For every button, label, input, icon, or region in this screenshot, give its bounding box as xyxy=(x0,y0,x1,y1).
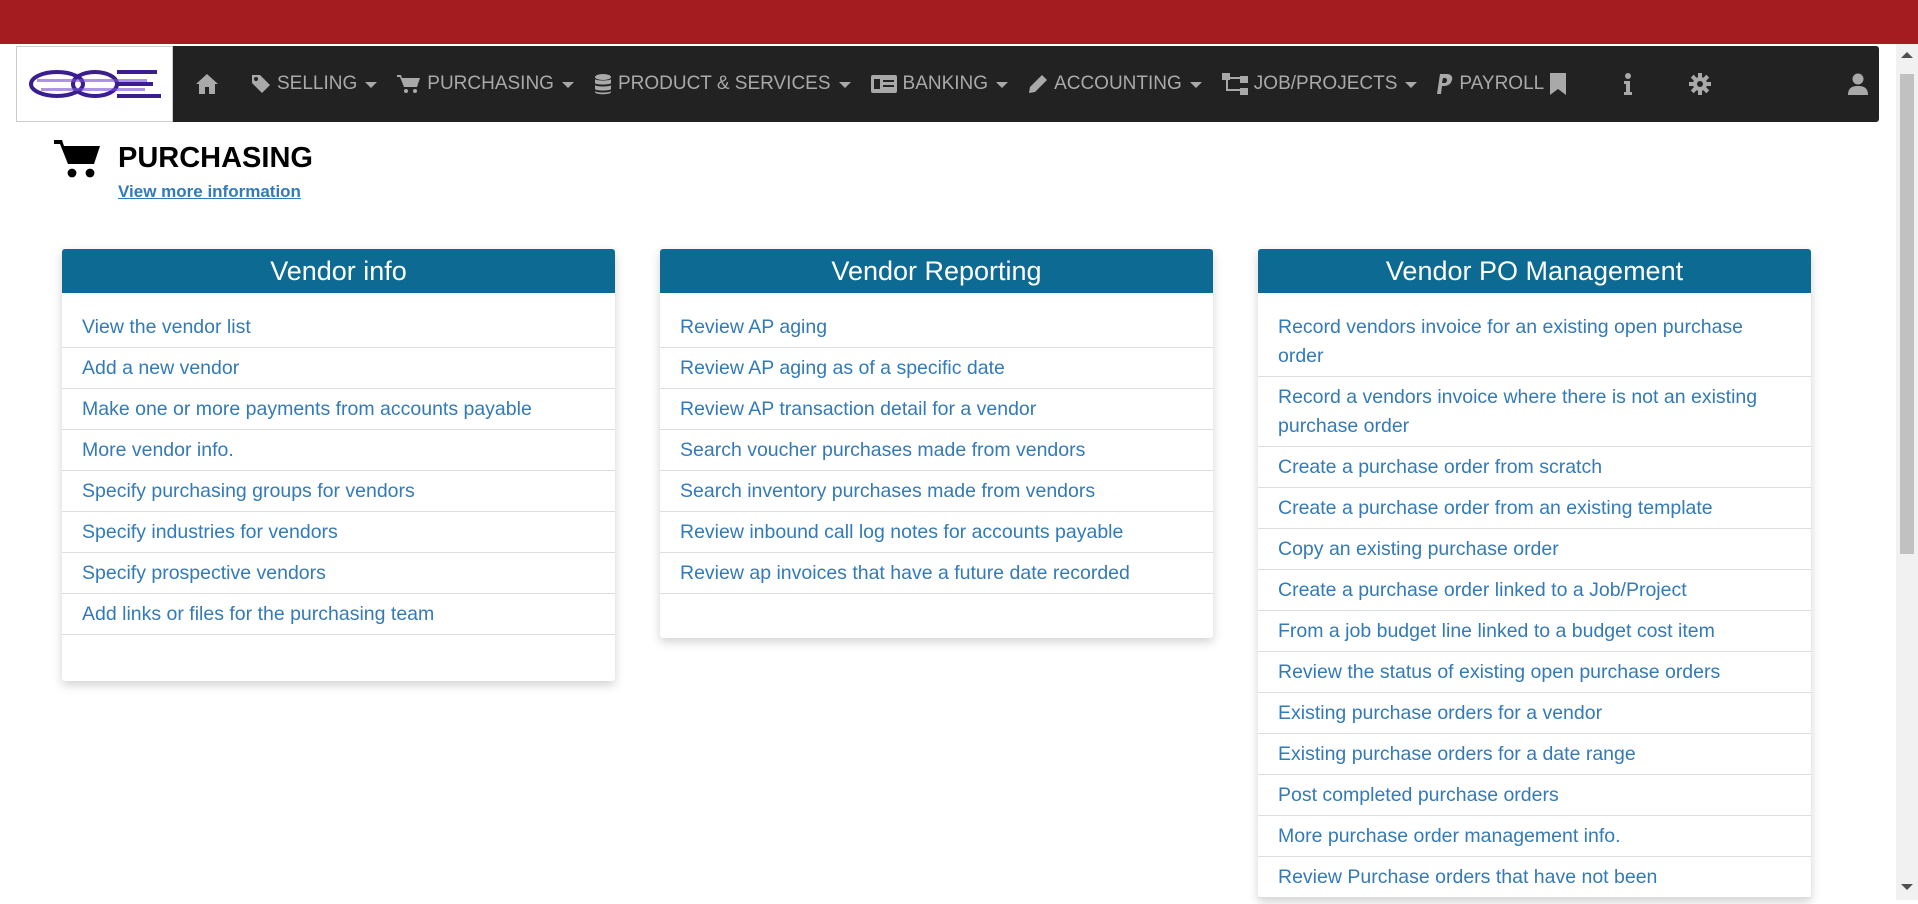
panel-vendor-info: Vendor info View the vendor list Add a n… xyxy=(62,249,615,681)
info-button[interactable] xyxy=(1624,46,1632,122)
list-item[interactable]: From a job budget line linked to a budge… xyxy=(1258,611,1811,652)
pencil-icon xyxy=(1029,75,1048,93)
list-item[interactable]: More vendor info. xyxy=(62,430,615,471)
list-item[interactable]: Review AP aging as of a specific date xyxy=(660,348,1213,389)
panel-vendor-po-management: Vendor PO Management Record vendors invo… xyxy=(1258,249,1811,898)
nav-job-projects[interactable]: JOB/PROJECTS xyxy=(1221,73,1418,95)
nav-product-services-label: PRODUCT & SERVICES xyxy=(617,73,831,94)
list-item[interactable]: Make one or more payments from accounts … xyxy=(62,389,615,430)
panel-title: Vendor Reporting xyxy=(660,249,1213,293)
nav-accounting-label: ACCOUNTING xyxy=(1054,73,1182,94)
database-icon xyxy=(594,74,611,95)
scroll-down-icon[interactable] xyxy=(1901,884,1913,890)
list-item[interactable]: Review the status of existing open purch… xyxy=(1258,652,1811,693)
nav-purchasing[interactable]: PURCHASING xyxy=(397,73,574,95)
list-item[interactable]: Create a purchase order from an existing… xyxy=(1258,488,1811,529)
list-item[interactable]: View the vendor list xyxy=(62,307,615,348)
gear-icon xyxy=(1689,73,1711,95)
panel-title: Vendor info xyxy=(62,249,615,293)
chevron-down-icon xyxy=(561,82,574,88)
company-logo[interactable] xyxy=(16,46,173,122)
list-item[interactable]: Review Purchase orders that have not bee… xyxy=(1258,857,1811,898)
list-item[interactable]: Review AP transaction detail for a vendo… xyxy=(660,389,1213,430)
nav-selling[interactable]: SELLING xyxy=(251,73,378,95)
bookmark-icon xyxy=(1550,73,1566,95)
list-item[interactable]: More purchase order management info. xyxy=(1258,816,1811,857)
chevron-down-icon xyxy=(1189,82,1202,88)
settings-button[interactable] xyxy=(1689,46,1711,122)
chevron-down-icon xyxy=(996,82,1009,88)
list-item[interactable]: Review inbound call log notes for accoun… xyxy=(660,512,1213,553)
tag-icon xyxy=(252,75,270,93)
list-item[interactable]: Create a purchase order from scratch xyxy=(1258,447,1811,488)
list-item[interactable]: Existing purchase orders for a vendor xyxy=(1258,693,1811,734)
user-menu-button[interactable] xyxy=(1848,46,1868,122)
list-item[interactable]: Post completed purchase orders xyxy=(1258,775,1811,816)
list-item[interactable]: Add a new vendor xyxy=(62,348,615,389)
chevron-down-icon xyxy=(1405,82,1418,88)
list-item[interactable]: Record a vendors invoice where there is … xyxy=(1258,377,1811,447)
panel-title: Vendor PO Management xyxy=(1258,249,1811,293)
nav-job-projects-label: JOB/PROJECTS xyxy=(1253,73,1398,94)
nav-banking-label: BANKING xyxy=(902,73,989,94)
paypal-icon xyxy=(1437,74,1453,94)
list-item[interactable]: Search voucher purchases made from vendo… xyxy=(660,430,1213,471)
list-item[interactable]: Review AP aging xyxy=(660,307,1213,348)
list-item[interactable]: Copy an existing purchase order xyxy=(1258,529,1811,570)
scroll-up-icon[interactable] xyxy=(1901,52,1913,58)
nav-selling-label: SELLING xyxy=(277,73,358,94)
top-color-bar xyxy=(0,0,1918,44)
logo-image xyxy=(26,67,163,101)
list-item[interactable]: Review ap invoices that have a future da… xyxy=(660,553,1213,594)
view-more-information-link[interactable]: View more information xyxy=(118,182,301,202)
cart-icon xyxy=(54,140,100,178)
panel-vendor-reporting: Vendor Reporting Review AP aging Review … xyxy=(660,249,1213,638)
sitemap-icon xyxy=(1221,73,1248,95)
scrollbar-thumb[interactable] xyxy=(1900,74,1914,554)
nav-payroll-label: PAYROLL xyxy=(1459,73,1545,94)
chevron-down-icon xyxy=(838,82,851,88)
info-icon xyxy=(1624,73,1632,95)
user-icon xyxy=(1848,73,1868,95)
page-title: PURCHASING xyxy=(118,142,313,174)
vendor-info-list: View the vendor list Add a new vendor Ma… xyxy=(62,307,615,635)
home-icon xyxy=(196,74,218,94)
nav-purchasing-label: PURCHASING xyxy=(427,73,554,94)
list-item[interactable]: Record vendors invoice for an existing o… xyxy=(1258,307,1811,377)
nav-product-services[interactable]: PRODUCT & SERVICES xyxy=(594,73,851,95)
home-button[interactable] xyxy=(195,73,219,95)
bookmark-button[interactable] xyxy=(1550,46,1566,122)
chevron-down-icon xyxy=(365,82,378,88)
vendor-po-management-list: Record vendors invoice for an existing o… xyxy=(1258,307,1811,898)
main-navbar: SELLING PURCHASING PRODUCT & SERVICES BA… xyxy=(16,46,1879,122)
vertical-scrollbar[interactable] xyxy=(1896,44,1918,900)
list-item[interactable]: Specify prospective vendors xyxy=(62,553,615,594)
list-item[interactable]: Add links or files for the purchasing te… xyxy=(62,594,615,635)
money-icon xyxy=(870,75,897,93)
list-item[interactable]: Specify industries for vendors xyxy=(62,512,615,553)
vendor-reporting-list: Review AP aging Review AP aging as of a … xyxy=(660,307,1213,594)
nav-accounting[interactable]: ACCOUNTING xyxy=(1028,73,1202,95)
list-item[interactable]: Existing purchase orders for a date rang… xyxy=(1258,734,1811,775)
nav-payroll[interactable]: PAYROLL xyxy=(1437,73,1565,95)
nav-banking[interactable]: BANKING xyxy=(870,73,1009,95)
cart-icon xyxy=(397,75,421,93)
list-item[interactable]: Specify purchasing groups for vendors xyxy=(62,471,615,512)
list-item[interactable]: Create a purchase order linked to a Job/… xyxy=(1258,570,1811,611)
list-item[interactable]: Search inventory purchases made from ven… xyxy=(660,471,1213,512)
